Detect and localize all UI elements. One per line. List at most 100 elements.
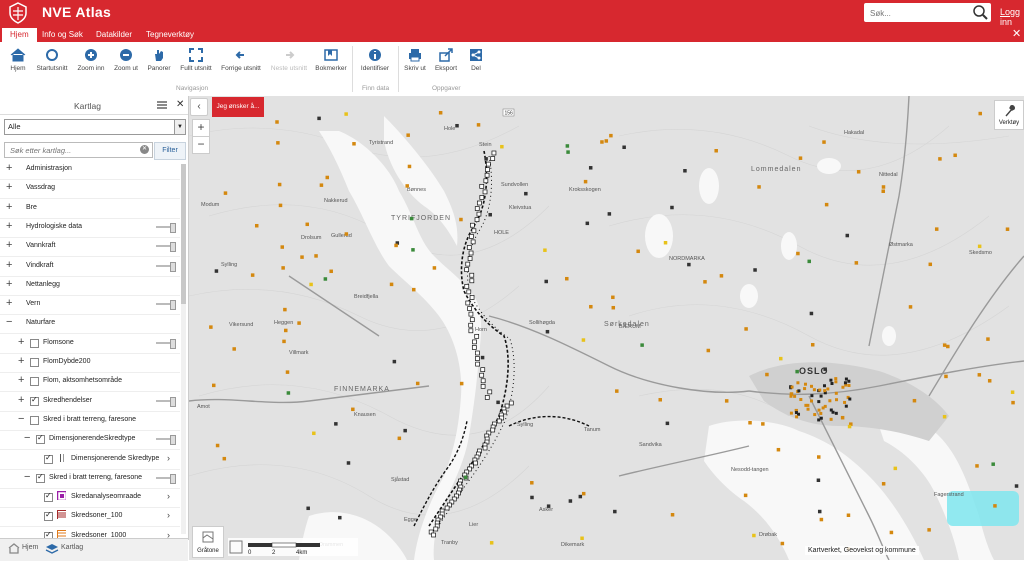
chevron-right-icon[interactable]: › — [167, 510, 170, 520]
map-zoom-in-button[interactable]: + — [192, 119, 210, 137]
scroll-thumb[interactable] — [181, 164, 186, 304]
place-label: Tanum — [584, 427, 601, 433]
expand-icon[interactable]: + — [6, 220, 12, 232]
layer-row[interactable]: + Hydrologiske data — [0, 218, 180, 238]
layer-row[interactable]: + Vassdrag — [0, 179, 180, 200]
global-search-input[interactable] — [868, 5, 972, 21]
layer-row[interactable]: + Administrasjon — [0, 160, 180, 180]
opacity-slider[interactable] — [156, 396, 176, 407]
map-view[interactable]: Hole Tyristrand Bønnes Nakkerud TYRIFJORDEN D… — [189, 96, 1024, 560]
chevron-down-icon[interactable]: ▼ — [174, 120, 185, 134]
bottom-tab-kartlag[interactable]: Kartlag — [61, 544, 83, 551]
opacity-slider[interactable] — [156, 242, 176, 253]
bookmarks-button[interactable]: Bokmerker — [311, 48, 351, 72]
layer-row[interactable]: − Skred i bratt terreng, faresone — [0, 411, 180, 431]
opacity-slider[interactable] — [156, 261, 176, 272]
layer-search[interactable]: ✕ — [4, 142, 153, 158]
expand-icon[interactable]: + — [18, 336, 24, 348]
layer-checkbox[interactable] — [30, 395, 39, 406]
basemap-button[interactable]: Gråtone — [192, 526, 224, 558]
tools-button[interactable]: Verktøy — [994, 100, 1024, 130]
skred-marker — [472, 339, 477, 345]
bottom-tab-hjem[interactable]: Hjem — [22, 544, 38, 551]
home-icon[interactable] — [8, 543, 20, 554]
layer-label: Bre — [26, 203, 37, 211]
layer-search-input[interactable] — [8, 144, 137, 157]
global-search[interactable] — [864, 3, 991, 22]
layer-row[interactable]: + Skredhendelser — [0, 392, 180, 412]
layer-checkbox[interactable] — [44, 510, 53, 522]
layer-row[interactable]: + FlomDybde200 — [0, 353, 180, 373]
collapse-icon[interactable]: − — [6, 317, 12, 328]
layer-row[interactable]: + Flom, aktsomhetsområde — [0, 372, 180, 393]
expand-icon[interactable]: + — [6, 278, 12, 290]
expand-icon[interactable]: + — [6, 298, 12, 309]
layer-row[interactable]: + Vindkraft — [0, 257, 180, 277]
close-icon[interactable]: ✕ — [176, 99, 184, 110]
collapse-panel-button[interactable]: ‹ — [190, 98, 208, 116]
layer-row[interactable]: − Skred i bratt terreng, faresone — [0, 469, 180, 489]
filter-button[interactable]: Filter — [154, 142, 186, 160]
map-zoom-out-button[interactable]: − — [192, 136, 210, 154]
panel-scrollbar[interactable] — [181, 164, 186, 534]
menu-icon[interactable] — [157, 101, 167, 109]
jeg-onsker-button[interactable]: Jeg ønsker å... — [212, 97, 264, 117]
category-select[interactable]: Alle ▼ — [4, 119, 186, 135]
chevron-right-icon[interactable]: › — [167, 453, 170, 463]
tab-hjem[interactable]: Hjem — [2, 28, 37, 42]
previous-extent-button[interactable]: Forrige utsnitt — [221, 48, 261, 72]
layer-checkbox[interactable] — [44, 453, 53, 464]
next-extent-button[interactable]: Neste utsnitt — [269, 48, 309, 72]
collapse-icon[interactable]: − — [24, 471, 30, 483]
opacity-slider[interactable] — [156, 435, 176, 446]
login-link[interactable]: Logg inn — [1000, 7, 1024, 27]
expand-icon[interactable]: + — [6, 182, 12, 193]
map-canvas[interactable]: Hole Tyristrand Bønnes Nakkerud TYRIFJORDEN D… — [189, 96, 1024, 560]
expand-icon[interactable]: + — [18, 356, 24, 367]
layer-row[interactable]: + Vannkraft — [0, 237, 180, 258]
collapse-icon[interactable]: − — [24, 433, 30, 444]
tab-datakilder[interactable]: Datakilder — [88, 28, 140, 42]
identify-button[interactable]: Identifiser — [355, 48, 395, 72]
share-button[interactable]: Del — [456, 48, 496, 72]
tab-info-og-sok[interactable]: Info og Søk — [34, 28, 91, 42]
skred-marker — [796, 381, 800, 385]
expand-icon[interactable]: + — [6, 163, 12, 174]
layer-row[interactable]: − Naturfare — [0, 314, 180, 335]
layer-checkbox[interactable] — [30, 338, 39, 348]
layer-checkbox[interactable] — [30, 415, 39, 425]
expand-icon[interactable]: + — [18, 375, 24, 386]
layer-row[interactable]: + Vern — [0, 295, 180, 316]
expand-icon[interactable]: + — [18, 394, 24, 406]
opacity-slider[interactable] — [156, 222, 176, 233]
expand-icon[interactable]: + — [6, 201, 12, 213]
start-extent-button[interactable]: Startutsnitt — [32, 48, 72, 72]
layer-checkbox[interactable] — [44, 491, 53, 503]
pan-button[interactable]: Panorer — [139, 48, 179, 72]
collapse-icon[interactable]: − — [18, 413, 24, 425]
opacity-slider[interactable] — [156, 473, 176, 484]
layers-icon[interactable] — [45, 542, 59, 556]
layer-row[interactable]: + Bre — [0, 199, 180, 219]
layer-checkbox[interactable] — [30, 358, 39, 367]
layer-row[interactable]: + Nettanlegg — [0, 276, 180, 296]
search-icon[interactable] — [973, 5, 988, 20]
close-icon[interactable]: ✕ — [1012, 27, 1021, 40]
expand-icon[interactable]: + — [6, 259, 12, 271]
zoom-in-button[interactable]: Zoom inn — [71, 48, 111, 72]
tab-tegneverktoy[interactable]: Tegneverktøy — [138, 28, 202, 42]
layer-row[interactable]: + Flomsone — [0, 334, 180, 354]
opacity-slider[interactable] — [156, 338, 176, 349]
layer-row[interactable]: Dimensjonerende Skredtype › — [0, 450, 180, 470]
layer-row[interactable]: Skredsoner_100 › — [0, 507, 180, 528]
layer-checkbox[interactable] — [36, 433, 45, 445]
chevron-right-icon[interactable]: › — [167, 491, 170, 501]
opacity-slider[interactable] — [156, 300, 176, 311]
layer-checkbox[interactable] — [36, 472, 45, 483]
expand-icon[interactable]: + — [6, 240, 12, 251]
layer-row[interactable]: − DimensjonerendeSkredtype — [0, 430, 180, 451]
layer-checkbox[interactable] — [30, 377, 39, 387]
layer-row[interactable]: Skredanalyseomraade › — [0, 488, 180, 509]
clear-icon[interactable]: ✕ — [140, 145, 149, 154]
full-extent-button[interactable]: Fullt utsnitt — [176, 48, 216, 72]
